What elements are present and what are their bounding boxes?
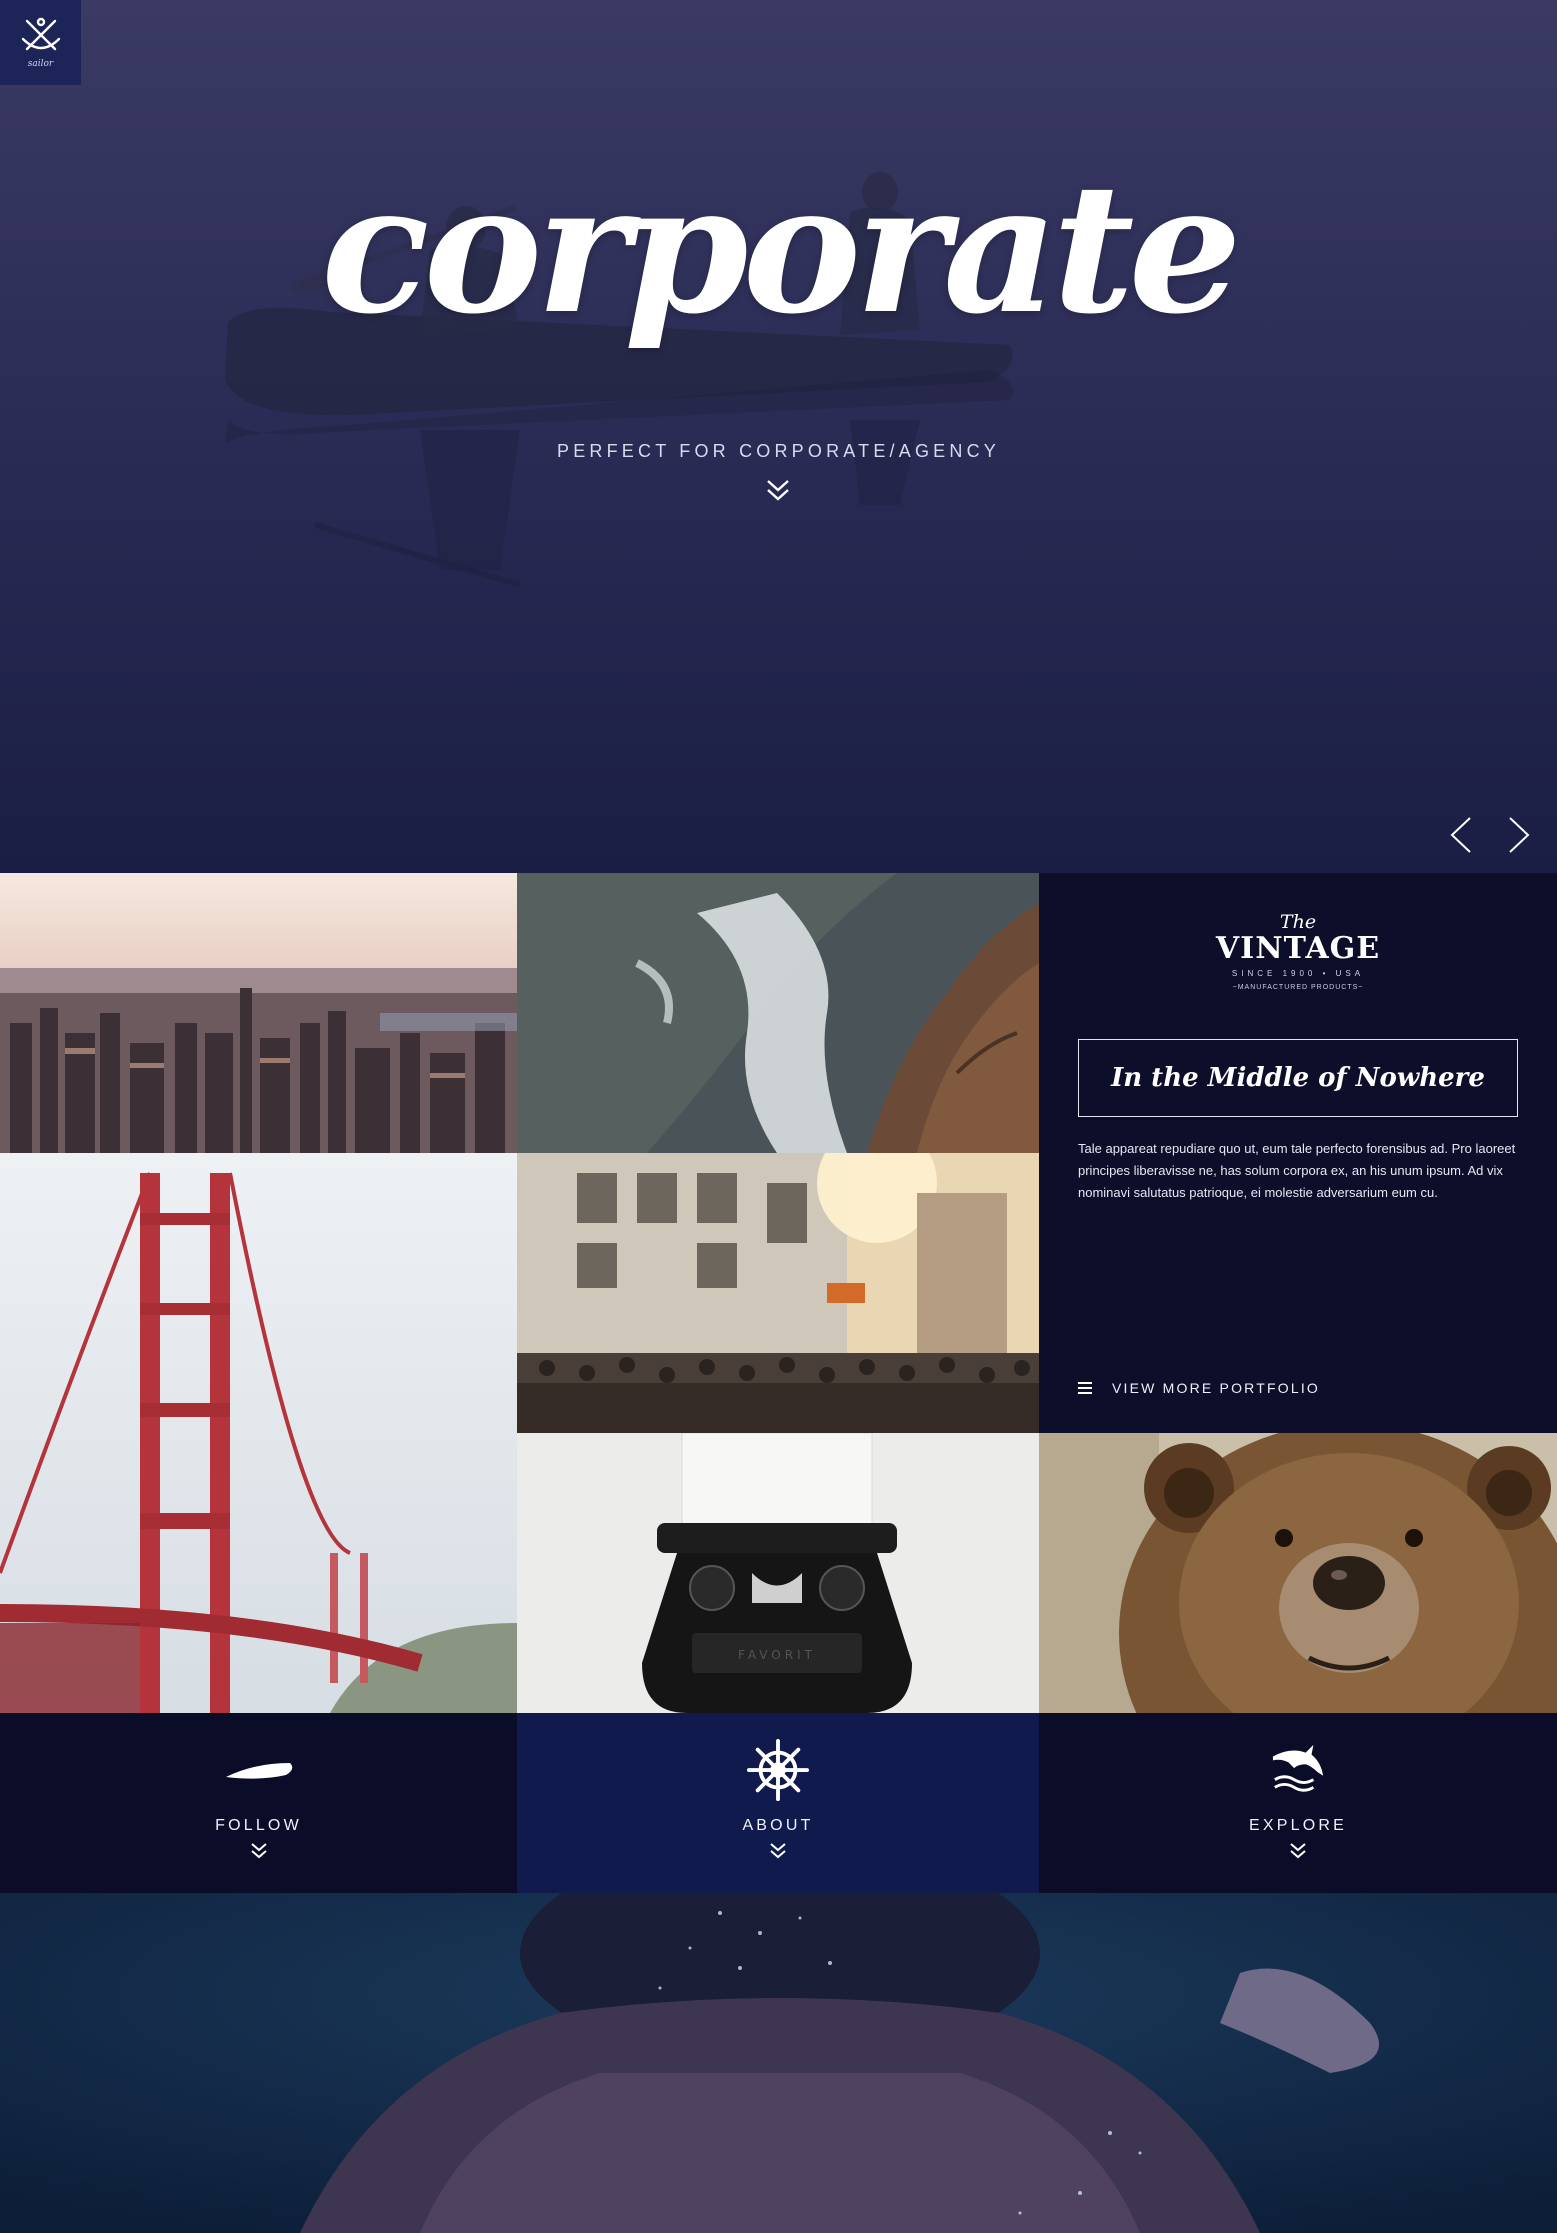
- hero-background-image: [0, 0, 1557, 873]
- chevron-left-icon[interactable]: [1448, 815, 1474, 855]
- tagline-box: In the Middle of Nowhere: [1078, 1039, 1518, 1117]
- hero-section: sailor corporate PERFECT FOR CORPORATE/A…: [0, 0, 1557, 873]
- ocean-wave-image: [517, 873, 1039, 1153]
- ship-wheel-icon: [747, 1739, 809, 1801]
- portfolio-tile-bear[interactable]: [1039, 1433, 1557, 1713]
- dolphin-icon: [1272, 1744, 1324, 1792]
- view-more-label: VIEW MORE PORTFOLIO: [1112, 1380, 1321, 1396]
- about-label: ABOUT: [742, 1817, 814, 1834]
- explore-section[interactable]: EXPLORE: [1039, 1713, 1557, 1893]
- follow-label: FOLLOW: [215, 1817, 302, 1834]
- about-section[interactable]: ABOUT: [517, 1713, 1039, 1893]
- hero-title: corporate: [321, 144, 1242, 353]
- logo-subtext: sailor: [27, 58, 54, 69]
- typewriter-image: FAVORIT: [517, 1433, 1039, 1713]
- portfolio-info-panel: The VINTAGE SINCE 1900 • USA ~MANUFACTUR…: [1039, 873, 1557, 1433]
- bear-image: [1039, 1433, 1557, 1713]
- vintage-since: SINCE 1900 • USA: [1231, 968, 1365, 978]
- vintage-the: The: [1279, 911, 1317, 933]
- hero-subtitle: PERFECT FOR CORPORATE/AGENCY: [557, 441, 1000, 461]
- double-chevron-down-icon[interactable]: [765, 478, 791, 504]
- city-skyline-image: [0, 873, 517, 1153]
- portfolio-tile-typewriter[interactable]: FAVORIT: [517, 1433, 1039, 1713]
- menu-icon: [1078, 1382, 1092, 1394]
- portfolio-description: Tale appareat repudiare quo ut, eum tale…: [1078, 1141, 1516, 1200]
- portfolio-tile-bridge[interactable]: [0, 1153, 517, 1713]
- double-chevron-down-icon: [1290, 1843, 1306, 1859]
- site-logo[interactable]: sailor: [0, 0, 81, 85]
- city-street-image: [517, 1153, 1039, 1433]
- anchor-icon: [21, 17, 60, 50]
- golden-gate-bridge-image: [0, 1153, 517, 1713]
- portfolio-tile-city[interactable]: [0, 873, 517, 1153]
- view-more-portfolio-link[interactable]: VIEW MORE PORTFOLIO: [1078, 1380, 1320, 1396]
- double-chevron-down-icon: [770, 1843, 786, 1859]
- follow-section[interactable]: FOLLOW: [0, 1713, 517, 1893]
- vintage-logo: The VINTAGE SINCE 1900 • USA ~MANUFACTUR…: [1039, 911, 1557, 991]
- portfolio-tile-wave[interactable]: [517, 873, 1039, 1153]
- explore-label: EXPLORE: [1249, 1817, 1347, 1834]
- underwater-section: [0, 1893, 1557, 2233]
- chevron-right-icon[interactable]: [1506, 815, 1532, 855]
- vintage-main: VINTAGE: [1215, 931, 1381, 966]
- vintage-manufactured: ~MANUFACTURED PRODUCTS~: [1232, 983, 1364, 991]
- portfolio-tile-street[interactable]: [517, 1153, 1039, 1433]
- underwater-swimmer-image: [0, 1893, 1557, 2233]
- double-chevron-down-icon: [250, 1843, 267, 1859]
- svg-text:FAVORIT: FAVORIT: [738, 1648, 816, 1662]
- surfboard-icon: [225, 1763, 292, 1779]
